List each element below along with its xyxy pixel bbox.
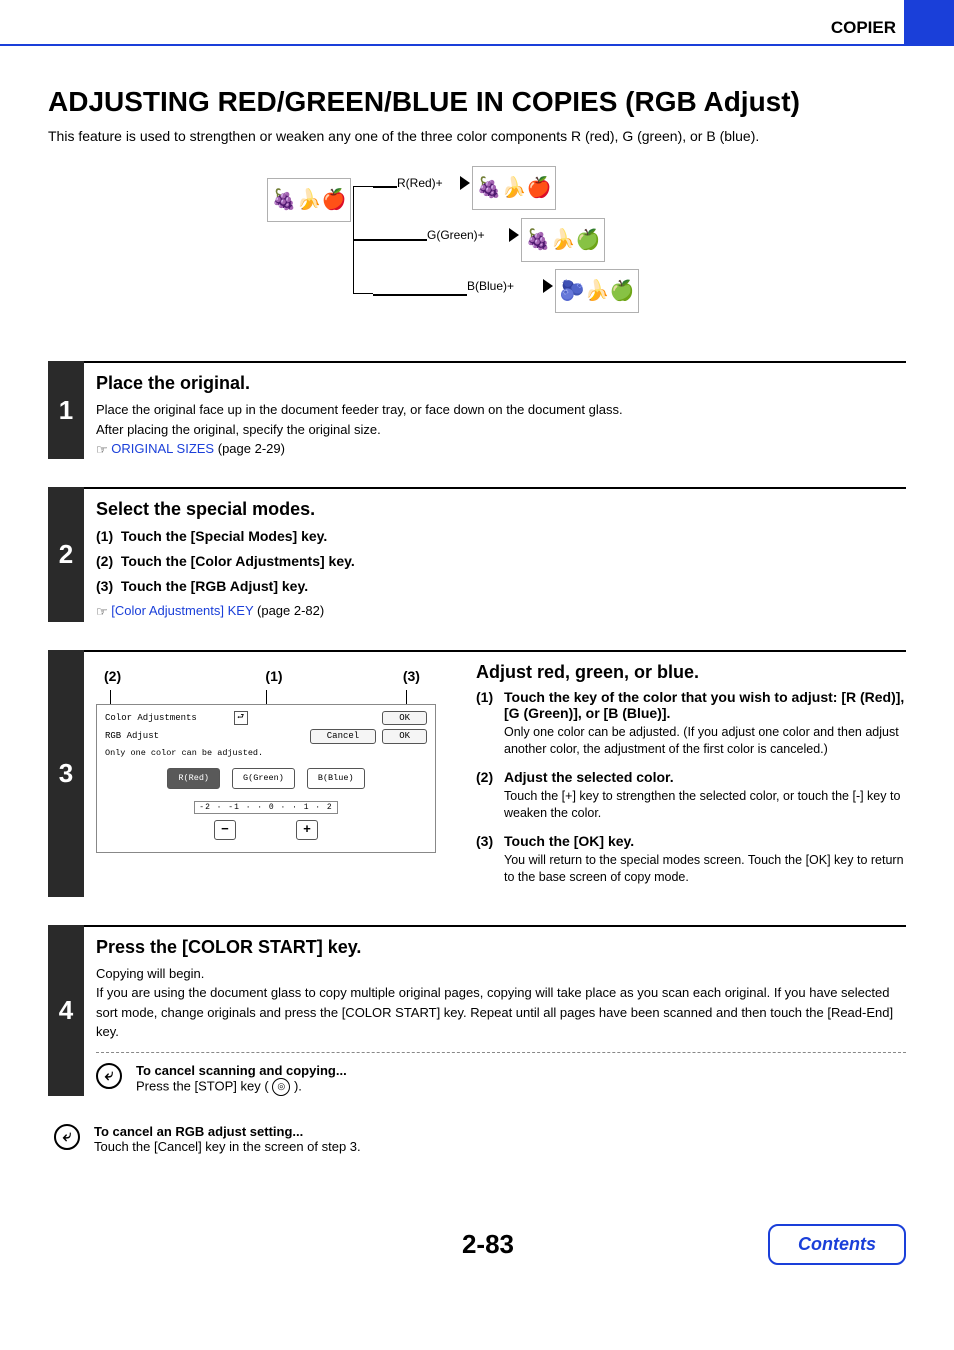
b-color-button[interactable]: B(Blue) <box>307 768 365 788</box>
pointer-icon: ☞ <box>96 442 108 457</box>
ok-top-button[interactable]: OK <box>382 711 427 726</box>
stop-key-icon: ◎ <box>272 1078 290 1096</box>
minus-button[interactable]: − <box>214 820 236 840</box>
rgb-diagram: 🍇🍌🍎 R(Red)+ 🍇🍌🍎 G(Green)+ 🍇🍌🍏 B(Blue)+ 🫐… <box>48 168 906 321</box>
fruit-icon: 🍇🍌🍎 <box>477 178 552 198</box>
substep: Touch the [Special Modes] key. <box>121 528 327 544</box>
page-number: 2-83 <box>208 1229 768 1260</box>
step-text: Place the original face up in the docume… <box>96 400 906 420</box>
callout-2: (2) <box>96 668 201 684</box>
step-number: 1 <box>48 361 84 459</box>
page-footer: 2-83 Contents <box>0 1224 954 1295</box>
cancel-body: Press the [STOP] key ( <box>136 1078 269 1093</box>
arrow-icon <box>491 224 519 246</box>
arrow-icon <box>442 172 470 194</box>
original-sizes-link[interactable]: ORIGINAL SIZES <box>111 441 214 456</box>
cancel-title: To cancel scanning and copying... <box>136 1063 347 1078</box>
substep: Touch the [RGB Adjust] key. <box>121 578 308 594</box>
r-result-box: 🍇🍌🍎 <box>472 166 556 210</box>
step-number: 3 <box>48 650 84 897</box>
fruit-icon: 🍇🍌🍏 <box>526 230 601 250</box>
step-4: 4 Press the [COLOR START] key. Copying w… <box>48 925 906 1096</box>
g-label: G(Green)+ <box>427 228 485 242</box>
step-title: Select the special modes. <box>96 499 906 520</box>
g-result-box: 🍇🍌🍏 <box>521 218 605 262</box>
step-1: 1 Place the original. Place the original… <box>48 361 906 459</box>
panel-subtitle: RGB Adjust <box>105 731 310 742</box>
step-title: Adjust red, green, or blue. <box>476 662 906 683</box>
panel-info: Only one color can be adjusted. <box>105 748 427 758</box>
header-section: COPIER <box>0 6 904 44</box>
page-ref: (page 2-82) <box>257 603 324 618</box>
step-text: Copying will begin. <box>96 964 906 984</box>
step-number: 2 <box>48 487 84 621</box>
fruit-icon: 🫐🍌🍏 <box>560 281 635 301</box>
arrow-icon <box>525 275 553 297</box>
enum-num: (3) <box>476 833 504 849</box>
b-result-box: 🫐🍌🍏 <box>555 269 639 313</box>
step-text: After placing the original, specify the … <box>96 420 906 440</box>
enum-head: Adjust the selected color. <box>504 769 674 785</box>
contents-button[interactable]: Contents <box>768 1224 906 1265</box>
step-number: 4 <box>48 925 84 1096</box>
enum-body: Only one color can be adjusted. (If you … <box>476 724 906 759</box>
cancel-icon: ⤶ <box>54 1124 80 1150</box>
cancel-button[interactable]: Cancel <box>310 729 376 744</box>
g-color-button[interactable]: G(Green) <box>232 768 295 788</box>
scale-bar: -2 · -1 · · 0 · · 1 · 2 <box>194 801 337 815</box>
fruit-icon: 🍇🍌🍎 <box>272 190 347 210</box>
cancel-icon: ⤶ <box>96 1063 122 1089</box>
step-3: 3 (2) (1) (3) Color Adjustments ⮐ <box>48 650 906 897</box>
enum-num: (1) <box>476 689 504 721</box>
color-adjustments-link[interactable]: [Color Adjustments] KEY <box>111 603 253 618</box>
pointer-icon: ☞ <box>96 604 108 619</box>
enum-num: (2) <box>476 769 504 785</box>
intro-text: This feature is used to strengthen or we… <box>48 128 906 144</box>
cancel-body: ). <box>294 1078 302 1093</box>
enum-num: (2) <box>96 553 113 569</box>
page-ref: (page 2-29) <box>218 441 285 456</box>
r-color-button[interactable]: R(Red) <box>167 768 220 788</box>
enum-head: Touch the key of the color that you wish… <box>504 689 906 721</box>
step-2: 2 Select the special modes. (1) Touch th… <box>48 487 906 621</box>
header-bar: COPIER <box>0 0 954 46</box>
step-title: Press the [COLOR START] key. <box>96 937 906 958</box>
substep: Touch the [Color Adjustments] key. <box>121 553 355 569</box>
footnote-body: Touch the [Cancel] key in the screen of … <box>94 1139 361 1154</box>
enum-num: (1) <box>96 528 113 544</box>
ok-button[interactable]: OK <box>382 729 427 744</box>
enum-num: (3) <box>96 578 113 594</box>
footer-note: ⤶ To cancel an RGB adjust setting... Tou… <box>48 1124 906 1154</box>
page-title: ADJUSTING RED/GREEN/BLUE IN COPIES (RGB … <box>48 86 906 118</box>
plus-button[interactable]: + <box>296 820 318 840</box>
source-fruit-box: 🍇🍌🍎 <box>267 178 351 222</box>
enum-head: Touch the [OK] key. <box>504 833 634 849</box>
enum-body: Touch the [+] key to strengthen the sele… <box>476 788 906 823</box>
step-title: Place the original. <box>96 373 906 394</box>
enum-body: You will return to the special modes scr… <box>476 852 906 887</box>
b-label: B(Blue)+ <box>467 279 514 293</box>
dashed-separator <box>96 1052 906 1053</box>
return-icon[interactable]: ⮐ <box>234 711 248 725</box>
panel-breadcrumb: Color Adjustments <box>105 713 228 724</box>
step-text: If you are using the document glass to c… <box>96 983 906 1042</box>
footnote-title: To cancel an RGB adjust setting... <box>94 1124 303 1139</box>
callout-3: (3) <box>323 668 436 684</box>
header-tab <box>904 0 954 44</box>
callout-1: (1) <box>201 668 322 684</box>
r-label: R(Red)+ <box>397 176 443 190</box>
rgb-adjust-panel: Color Adjustments ⮐ OK RGB Adjust Cancel… <box>96 704 436 854</box>
